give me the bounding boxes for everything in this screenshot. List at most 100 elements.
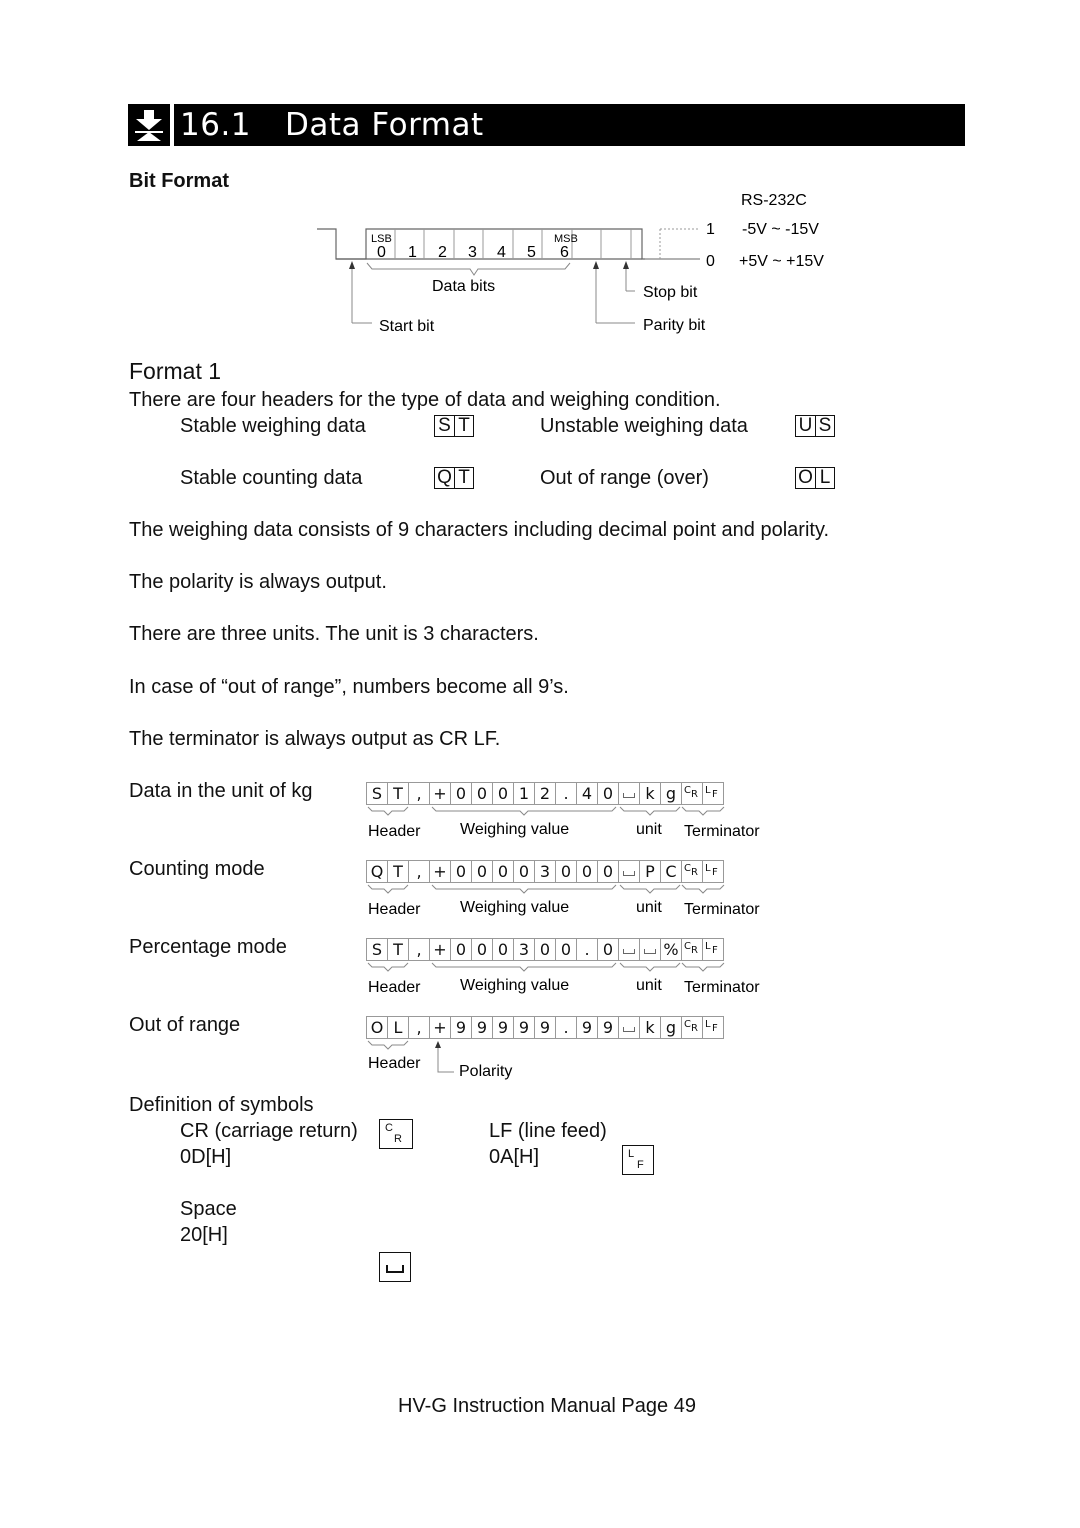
brace	[367, 806, 409, 816]
example-label: Percentage mode	[129, 936, 287, 958]
cr-symbol-icon: CR	[682, 939, 703, 960]
header-label-ol: Out of range (over)	[540, 467, 709, 489]
sequence-char: 0	[598, 783, 619, 804]
sequence-char: g	[661, 783, 682, 804]
cr-symbol-icon: CR	[682, 861, 703, 882]
header-label-us: Unstable weighing data	[540, 415, 748, 437]
sequence-char: .	[556, 1017, 577, 1038]
section-title-bar: 16.1 Data Format	[128, 104, 965, 146]
header-code-us: US	[795, 415, 835, 437]
annotation-label: Weighing value	[460, 821, 569, 838]
sequence-char: 1	[514, 783, 535, 804]
sequence-char: T	[388, 861, 409, 882]
level-0-voltage: +5V ~ +15V	[739, 253, 824, 270]
sequence-char: +	[430, 861, 451, 882]
note-terminator: The terminator is always output as CR LF…	[129, 728, 501, 750]
brace	[619, 806, 681, 816]
sequence-char: S	[367, 783, 388, 804]
space-symbol-icon	[619, 939, 640, 960]
lf-symbol-icon: LF	[703, 939, 724, 960]
sequence-char: 0	[451, 939, 472, 960]
data-bit-0: 0	[377, 244, 386, 261]
sequence-char: 9	[577, 1017, 598, 1038]
sequence-char: 9	[598, 1017, 619, 1038]
symbols-heading: Definition of symbols	[129, 1094, 314, 1116]
sequence-char: 0	[535, 939, 556, 960]
sequence-char: k	[640, 783, 661, 804]
example-label: Data in the unit of kg	[129, 780, 313, 802]
example-label: Counting mode	[129, 858, 265, 880]
level-1-bit: 1	[706, 221, 715, 238]
section-number: 16.1	[180, 107, 252, 143]
sequence-char: 0	[556, 939, 577, 960]
sequence-char: 0	[493, 939, 514, 960]
data-bit-4: 4	[497, 244, 506, 261]
polarity-pointer	[437, 1046, 454, 1073]
annotation-braces: Header Weighing value unit Terminator	[367, 884, 760, 918]
annotation-braces: Header Polarity	[367, 1040, 512, 1080]
brace	[431, 962, 617, 972]
sequence-char: 3	[535, 861, 556, 882]
start-bit-label: Start bit	[379, 318, 435, 335]
cr-symbol-icon: CR	[682, 1017, 703, 1038]
sequence-char: 0	[598, 939, 619, 960]
annotation-label: unit	[636, 977, 662, 994]
sequence-char: 9	[472, 1017, 493, 1038]
sequence-char: 0	[472, 861, 493, 882]
format1-intro: There are four headers for the type of d…	[129, 389, 721, 411]
lf-symbol-icon: LF	[703, 783, 724, 804]
sequence-char: 0	[514, 861, 535, 882]
sequence-char: 4	[577, 783, 598, 804]
page-title: 16.1 Data Format	[174, 104, 965, 146]
sequence-char: 9	[514, 1017, 535, 1038]
lf-symbol-icon: LF	[703, 861, 724, 882]
annotation-label: unit	[636, 821, 662, 838]
sequence-char: S	[367, 939, 388, 960]
bit-format-heading: Bit Format	[129, 170, 229, 192]
sequence-char: k	[640, 1017, 661, 1038]
lf-symbol-icon: LF	[703, 1017, 724, 1038]
sequence-char: %	[661, 939, 682, 960]
annotation-label: Header	[368, 901, 421, 918]
header-label-st: Stable weighing data	[180, 415, 366, 437]
sequence-char: +	[430, 1017, 451, 1038]
weighing-pan-icon	[128, 104, 170, 146]
data-bit-3: 3	[468, 244, 477, 261]
annotation-label: Terminator	[684, 979, 760, 996]
annotation-label: unit	[636, 899, 662, 916]
note-units: There are three units. The unit is 3 cha…	[129, 623, 539, 645]
sequence-char: +	[430, 939, 451, 960]
annotation-label: Header	[368, 823, 421, 840]
sequence-char: g	[661, 1017, 682, 1038]
brace	[367, 1040, 409, 1050]
data-bits-label: Data bits	[432, 278, 495, 295]
section-title: Data Format	[285, 107, 484, 143]
arrow-up-icon	[435, 1041, 441, 1048]
sequence-char: C	[661, 861, 682, 882]
brace	[367, 962, 409, 972]
annotation-label: Terminator	[684, 823, 760, 840]
sequence-char: Q	[367, 861, 388, 882]
sequence-char: ,	[409, 861, 430, 882]
data-bit-1: 1	[408, 244, 417, 261]
space-symbol-icon	[619, 783, 640, 804]
sequence-char: 0	[451, 783, 472, 804]
annotation-label: Weighing value	[460, 899, 569, 916]
sequence-char: 0	[556, 861, 577, 882]
sequence-char: ,	[409, 783, 430, 804]
annotation-label: Terminator	[684, 901, 760, 918]
sequence-char: 9	[493, 1017, 514, 1038]
space-symbol-icon	[619, 861, 640, 882]
symbol-space-name: Space	[180, 1198, 237, 1220]
header-label-qt: Stable counting data	[180, 467, 363, 489]
data-sequence: O L, +9 9 9 9 9. 9 9 k g C R L F	[366, 1016, 724, 1039]
sequence-char: 0	[598, 861, 619, 882]
annotation-label: Polarity	[459, 1063, 512, 1080]
sequence-char: 0	[493, 861, 514, 882]
sequence-char: ,	[409, 939, 430, 960]
brace	[619, 884, 681, 894]
sequence-char: T	[388, 939, 409, 960]
note-weighing-data: The weighing data consists of 9 characte…	[129, 519, 830, 541]
space-symbol-icon	[379, 1252, 411, 1282]
annotation-label: Weighing value	[460, 977, 569, 994]
